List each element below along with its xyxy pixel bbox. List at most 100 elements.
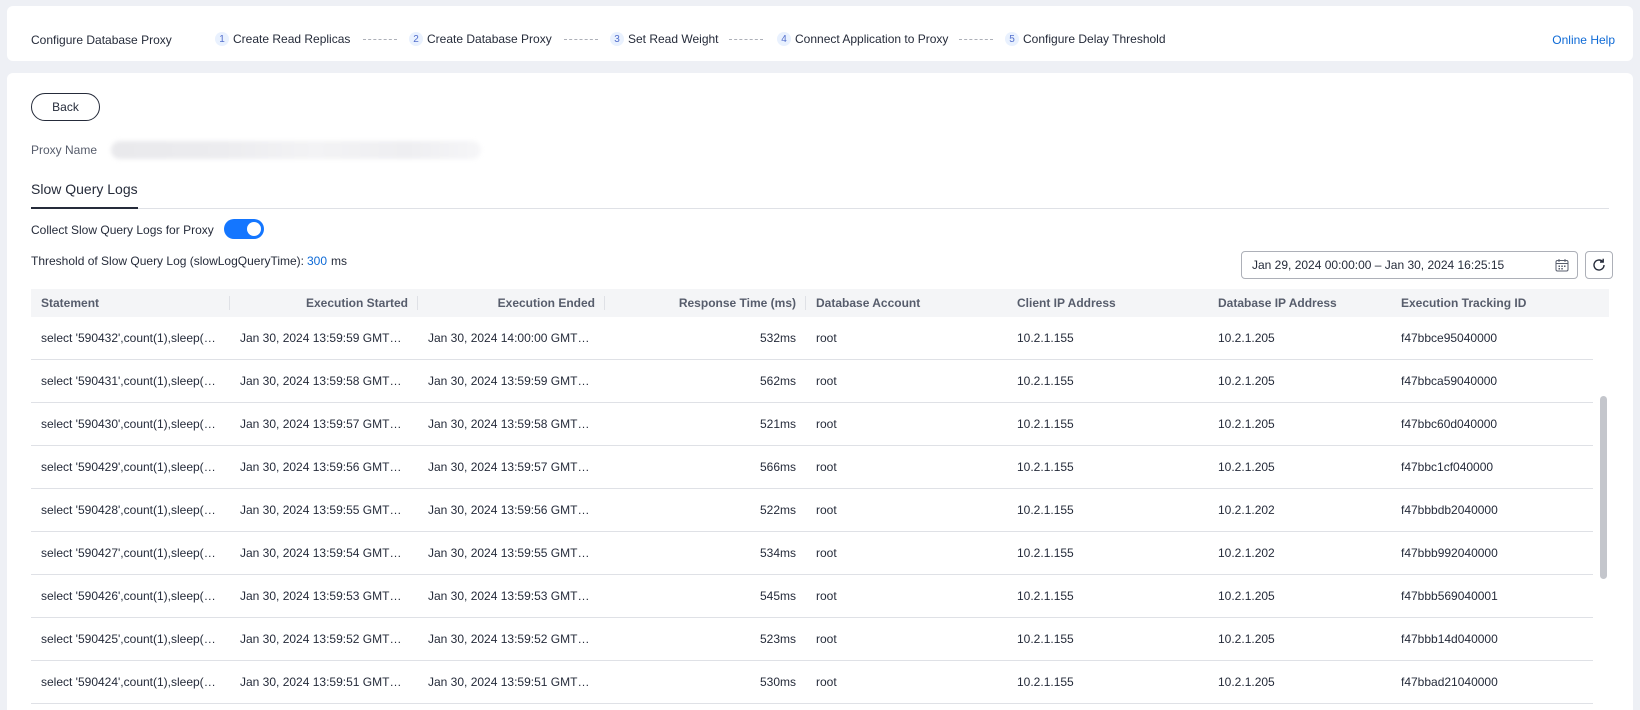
cell-database-ip: 10.2.1.205 (1218, 331, 1275, 345)
step-divider (729, 39, 763, 40)
cell-statement: select '590427',count(1),sleep(0.5) from… (41, 546, 230, 560)
table-row[interactable]: select '590425',count(1),sleep(0.5) from… (31, 618, 1593, 661)
col-client-ip[interactable]: Client IP Address (1007, 289, 1208, 317)
cell-execution-started: Jan 30, 2024 13:59:55 GMT+08:00 (240, 503, 418, 517)
cell-client-ip: 10.2.1.155 (1017, 331, 1074, 345)
table-row[interactable]: select '590426',count(1),sleep(0.5) from… (31, 575, 1593, 618)
cell-client-ip: 10.2.1.155 (1017, 460, 1074, 474)
step-label: Set Read Weight (628, 32, 719, 46)
cell-tracking-id: f47bbb992040000 (1401, 546, 1498, 560)
cell-database-ip: 10.2.1.205 (1218, 374, 1275, 388)
cell-execution-started: Jan 30, 2024 13:59:53 GMT+08:00 (240, 589, 418, 603)
cell-client-ip: 10.2.1.155 (1017, 632, 1074, 646)
cell-tracking-id: f47bbb569040001 (1401, 589, 1498, 603)
threshold-label: Threshold of Slow Query Log (slowLogQuer… (31, 254, 304, 268)
cell-tracking-id: f47bbc60d040000 (1401, 417, 1498, 431)
date-range-value: Jan 29, 2024 00:00:00 – Jan 30, 2024 16:… (1252, 258, 1505, 272)
table-scrollbar[interactable] (1600, 396, 1607, 579)
cell-execution-ended: Jan 30, 2024 13:59:53 GMT+08:00 (428, 589, 605, 603)
col-database-account[interactable]: Database Account (806, 289, 1007, 317)
cell-database-ip: 10.2.1.205 (1218, 675, 1275, 689)
step-label: Create Read Replicas (233, 32, 351, 46)
refresh-button[interactable] (1585, 251, 1613, 279)
cell-response-time: 523ms (759, 632, 796, 646)
cell-response-time: 562ms (759, 374, 796, 388)
proxy-name-label: Proxy Name (31, 143, 98, 157)
threshold-value[interactable]: 300 (307, 254, 327, 268)
collect-logs-toggle[interactable] (224, 219, 264, 239)
cell-execution-started: Jan 30, 2024 13:59:59 GMT+08:00 (240, 331, 418, 345)
cell-response-time: 521ms (759, 417, 796, 431)
cell-database-ip: 10.2.1.205 (1218, 417, 1275, 431)
step-label: Connect Application to Proxy (795, 32, 949, 46)
toggle-knob (247, 222, 261, 236)
cell-execution-started: Jan 30, 2024 13:59:57 GMT+08:00 (240, 417, 418, 431)
cell-database-ip: 10.2.1.202 (1218, 546, 1275, 560)
cell-client-ip: 10.2.1.155 (1017, 417, 1074, 431)
threshold-info: Threshold of Slow Query Log (slowLogQuer… (31, 254, 347, 268)
step-create-database-proxy[interactable]: 2 Create Database Proxy (409, 32, 552, 46)
step-divider (959, 39, 993, 40)
col-execution-started[interactable]: Execution Started (230, 289, 418, 317)
cell-execution-started: Jan 30, 2024 13:59:52 GMT+08:00 (240, 632, 418, 646)
cell-execution-ended: Jan 30, 2024 13:59:58 GMT+08:00 (428, 417, 605, 431)
cell-response-time: 532ms (759, 331, 796, 345)
cell-client-ip: 10.2.1.155 (1017, 546, 1074, 560)
step-connect-application[interactable]: 4 Connect Application to Proxy (777, 32, 948, 46)
col-execution-ended[interactable]: Execution Ended (418, 289, 605, 317)
table-row[interactable]: select '590424',count(1),sleep(0.5) from… (31, 661, 1593, 704)
cell-response-time: 566ms (759, 460, 796, 474)
cell-statement: select '590426',count(1),sleep(0.5) from… (41, 589, 230, 603)
back-button[interactable]: Back (31, 93, 100, 121)
step-number: 1 (215, 32, 229, 46)
proxy-name-value-redacted (111, 141, 481, 159)
step-label: Create Database Proxy (427, 32, 552, 46)
collect-logs-label: Collect Slow Query Logs for Proxy (31, 223, 214, 237)
online-help-link[interactable]: Online Help (1552, 33, 1615, 47)
step-label: Configure Delay Threshold (1023, 32, 1166, 46)
cell-execution-ended: Jan 30, 2024 14:00:00 GMT+08:00 (428, 331, 605, 345)
cell-client-ip: 10.2.1.155 (1017, 589, 1074, 603)
table-row[interactable]: select '590431',count(1),sleep(0.5) from… (31, 360, 1593, 403)
cell-statement: select '590429',count(1),sleep(0.5) from… (41, 460, 230, 474)
step-configure-delay-threshold[interactable]: 5 Configure Delay Threshold (1005, 32, 1166, 46)
step-number: 2 (409, 32, 423, 46)
cell-database-ip: 10.2.1.205 (1218, 460, 1275, 474)
cell-client-ip: 10.2.1.155 (1017, 503, 1074, 517)
table-row[interactable]: select '590430',count(1),sleep(0.5) from… (31, 403, 1593, 446)
refresh-icon (1593, 258, 1605, 271)
col-statement[interactable]: Statement (31, 289, 230, 317)
cell-tracking-id: f47bbce95040000 (1401, 331, 1498, 345)
threshold-unit: ms (331, 254, 348, 268)
table-row[interactable]: select '590432',count(1),sleep(0.5) from… (31, 317, 1593, 360)
cell-execution-ended: Jan 30, 2024 13:59:56 GMT+08:00 (428, 503, 605, 517)
step-create-read-replicas[interactable]: 1 Create Read Replicas (215, 32, 350, 46)
table-header: Statement Execution Started Execution En… (31, 289, 1609, 317)
cell-execution-started: Jan 30, 2024 13:59:51 GMT+08:00 (240, 675, 418, 689)
col-database-ip[interactable]: Database IP Address (1208, 289, 1391, 317)
cell-statement: select '590430',count(1),sleep(0.5) from… (41, 417, 230, 431)
date-range-picker[interactable]: Jan 29, 2024 00:00:00 – Jan 30, 2024 16:… (1241, 251, 1578, 279)
cell-database-account: root (816, 632, 837, 646)
cell-tracking-id: f47bbc1cf040000 (1401, 460, 1494, 474)
cell-statement: select '590431',count(1),sleep(0.5) from… (41, 374, 230, 388)
cell-tracking-id: f47bbbdb2040000 (1401, 503, 1498, 517)
cell-response-time: 530ms (759, 675, 796, 689)
cell-client-ip: 10.2.1.155 (1017, 675, 1074, 689)
cell-response-time: 522ms (759, 503, 796, 517)
cell-execution-started: Jan 30, 2024 13:59:54 GMT+08:00 (240, 546, 418, 560)
cell-statement: select '590428',count(1),sleep(0.5) from… (41, 503, 230, 517)
cell-execution-started: Jan 30, 2024 13:59:58 GMT+08:00 (240, 374, 418, 388)
tab-slow-query-logs[interactable]: Slow Query Logs (31, 181, 138, 209)
cell-database-account: root (816, 589, 837, 603)
col-tracking-id[interactable]: Execution Tracking ID (1391, 289, 1609, 317)
slow-query-table: Statement Execution Started Execution En… (31, 289, 1609, 704)
table-row[interactable]: select '590429',count(1),sleep(0.5) from… (31, 446, 1593, 489)
step-set-read-weight[interactable]: 3 Set Read Weight (610, 32, 719, 46)
cell-database-account: root (816, 546, 837, 560)
table-row[interactable]: select '590427',count(1),sleep(0.5) from… (31, 532, 1593, 575)
table-row[interactable]: select '590428',count(1),sleep(0.5) from… (31, 489, 1593, 532)
col-response-time[interactable]: Response Time (ms) (605, 289, 806, 317)
cell-response-time: 545ms (759, 589, 796, 603)
cell-execution-ended: Jan 30, 2024 13:59:57 GMT+08:00 (428, 460, 605, 474)
